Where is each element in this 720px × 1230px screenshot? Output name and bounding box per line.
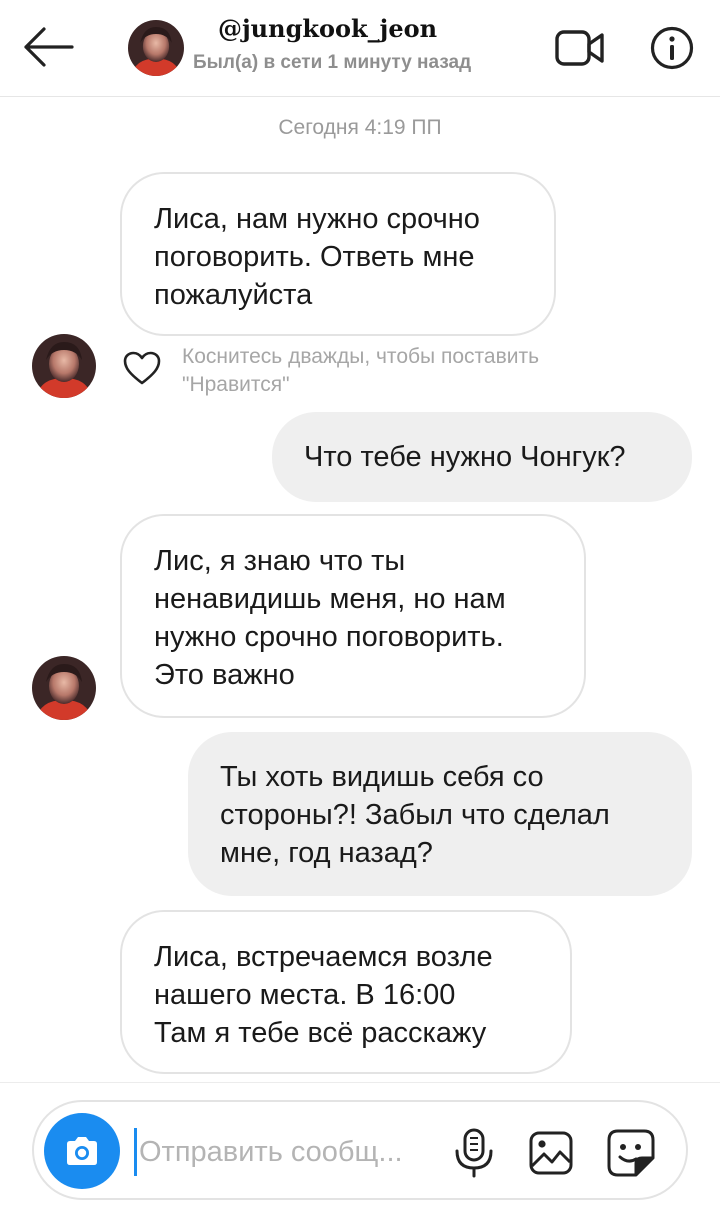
message-bubble-incoming[interactable]: Лис, я знаю что ты ненавидишь меня, но н… <box>120 514 586 718</box>
message-line: стороны?! Забыл что сделал <box>220 799 610 831</box>
voice-message-button[interactable] <box>452 1128 496 1178</box>
image-icon <box>529 1131 573 1175</box>
arrow-left-icon <box>24 27 74 67</box>
camera-button[interactable] <box>44 1113 120 1189</box>
microphone-icon <box>455 1128 493 1178</box>
message-line: Лис, я знаю что ты <box>154 545 406 577</box>
message-input[interactable] <box>134 1128 431 1176</box>
sticker-button[interactable] <box>606 1128 656 1178</box>
message-line: Лиса, нам нужно срочно <box>154 203 480 235</box>
message-bubble-outgoing[interactable]: Ты хоть видишь себя со стороны?! Забыл ч… <box>188 732 692 896</box>
back-button[interactable] <box>22 26 74 68</box>
message-composer <box>32 1100 688 1200</box>
camera-icon <box>67 1137 97 1165</box>
message-bubble-outgoing[interactable]: Что тебе нужно Чонгук? <box>272 412 692 502</box>
message-bubble-incoming[interactable]: Лиса, встречаемся возле нашего места. В … <box>120 910 572 1074</box>
sender-avatar[interactable] <box>32 656 96 720</box>
message-line: Ты хоть видишь себя со <box>220 761 544 793</box>
message-line: нашего места. В 16:00 <box>154 979 456 1011</box>
info-button[interactable] <box>650 26 694 70</box>
message-line: пожалуйста <box>154 279 313 311</box>
message-line: поговорить. Ответь мне <box>154 241 475 273</box>
message-line: Это важно <box>154 659 295 691</box>
video-call-button[interactable] <box>554 28 606 68</box>
like-button[interactable] <box>122 350 162 386</box>
contact-avatar[interactable] <box>128 20 184 76</box>
message-line: Там я тебе всё расскажу <box>154 1017 487 1049</box>
online-status: Был(а) в сети 1 минуту назад <box>193 52 472 73</box>
sticker-icon <box>607 1129 655 1177</box>
hint-line: "Нравится" <box>182 373 290 396</box>
chat-header: @jungkook_jeon Был(а) в сети 1 минуту на… <box>0 0 720 97</box>
message-line: Что тебе нужно Чонгук? <box>304 441 626 473</box>
hint-line: Коснитесь дважды, чтобы поставить <box>182 345 540 368</box>
message-bubble-incoming[interactable]: Лиса, нам нужно срочно поговорить. Ответ… <box>120 172 556 336</box>
video-camera-icon <box>555 30 604 66</box>
date-separator: Сегодня 4:19 ПП <box>278 116 442 139</box>
sender-avatar[interactable] <box>32 334 96 398</box>
message-line: нужно срочно поговорить. <box>154 621 504 653</box>
message-line: мне, год назад? <box>220 837 433 869</box>
info-icon <box>650 26 694 70</box>
message-line: ненавидишь меня, но нам <box>154 583 506 615</box>
double-tap-hint: Коснитесь дважды, чтобы поставить "Нрави… <box>182 343 652 399</box>
composer-divider <box>0 1082 720 1083</box>
message-line: Лиса, встречаемся возле <box>154 941 493 973</box>
contact-username[interactable]: @jungkook_jeon <box>218 14 437 43</box>
heart-icon <box>123 351 161 385</box>
gallery-button[interactable] <box>528 1130 574 1176</box>
